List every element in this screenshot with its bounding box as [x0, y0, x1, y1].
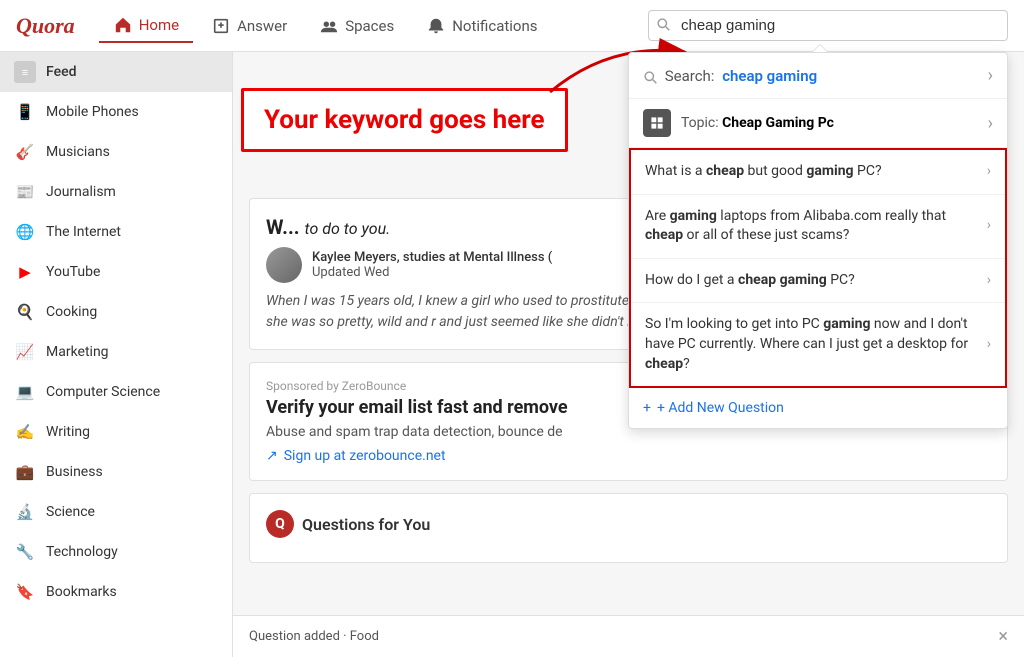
sidebar-item-marketing[interactable]: 📈 Marketing [0, 332, 232, 372]
result-3-chevron-icon: › [987, 271, 991, 291]
bookmarks-icon: 🔖 [14, 581, 36, 603]
sidebar-item-bookmarks[interactable]: 🔖 Bookmarks [0, 572, 232, 612]
result-text-2: Are gaming laptops from Alibaba.com real… [645, 207, 987, 246]
internet-icon: 🌐 [14, 221, 36, 243]
mobile-phones-icon: 📱 [14, 101, 36, 123]
sidebar-item-feed[interactable]: ≡ Feed [0, 52, 232, 92]
search-container [648, 10, 1008, 41]
journalism-icon: 📰 [14, 181, 36, 203]
keyword-annotation-box: Your keyword goes here [241, 88, 568, 152]
external-link-icon: ↗ [266, 448, 278, 464]
questions-section-header: Q Questions for You [266, 510, 991, 538]
dropdown-results: What is a cheap but good gaming PC? › Ar… [629, 148, 1007, 388]
questions-icon: Q [266, 510, 294, 538]
search-input[interactable] [648, 10, 1008, 41]
result-4-chevron-icon: › [987, 335, 991, 355]
notifications-icon [426, 16, 446, 36]
result-text-1: What is a cheap but good gaming PC? [645, 162, 987, 182]
cooking-icon: 🍳 [14, 301, 36, 323]
science-icon: 🔬 [14, 501, 36, 523]
result-text-3: How do I get a cheap gaming PC? [645, 271, 987, 291]
dropdown-search-keyword: cheap gaming [722, 67, 817, 85]
questions-for-you-card: Q Questions for You [249, 493, 1008, 563]
dropdown-search-row[interactable]: Search: cheap gaming › [629, 53, 1007, 99]
topic-left: Topic: Cheap Gaming Pc [643, 109, 834, 137]
result-2-chevron-icon: › [987, 216, 991, 236]
marketing-icon: 📈 [14, 341, 36, 363]
musicians-icon: 🎸 [14, 141, 36, 163]
sidebar-item-journalism[interactable]: 📰 Journalism [0, 172, 232, 212]
sidebar-item-mobile-phones[interactable]: 📱 Mobile Phones [0, 92, 232, 132]
topic-chevron-right-icon: › [988, 113, 993, 134]
nav-spaces[interactable]: Spaces [305, 10, 408, 42]
dropdown-result-3[interactable]: How do I get a cheap gaming PC? › [631, 259, 1005, 304]
result-1-chevron-icon: › [987, 162, 991, 182]
author-name: Kaylee Meyers, studies at Mental Illness… [312, 250, 552, 265]
notification-text: Question added · Food [249, 629, 379, 644]
sidebar-item-musicians[interactable]: 🎸 Musicians [0, 132, 232, 172]
close-notification-button[interactable]: × [998, 626, 1008, 647]
sidebar: ≡ Feed 📱 Mobile Phones 🎸 Musicians 📰 Jou… [0, 52, 233, 657]
feed-icon: ≡ [14, 61, 36, 83]
dropdown-result-1[interactable]: What is a cheap but good gaming PC? › [631, 150, 1005, 195]
result-text-4: So I'm looking to get into PC gaming now… [645, 315, 987, 374]
updated-label: Updated Wed [312, 265, 552, 280]
nav-notifications[interactable]: Notifications [412, 10, 551, 42]
topic-icon [643, 109, 671, 137]
add-new-question-row[interactable]: + + Add New Question [629, 388, 1007, 428]
dropdown-triangle-inner [813, 45, 827, 52]
answer-icon [211, 16, 231, 36]
sidebar-item-youtube[interactable]: ▶ YouTube [0, 252, 232, 292]
dropdown-search-label: Search: [643, 67, 718, 85]
writing-icon: ✍ [14, 421, 36, 443]
search-dropdown: Search: cheap gaming › Topic: Cheap Gami… [628, 52, 1008, 429]
sidebar-item-writing[interactable]: ✍ Writing [0, 412, 232, 452]
sidebar-item-computer-science[interactable]: 💻 Computer Science [0, 372, 232, 412]
quora-logo: Quora [16, 13, 75, 39]
sponsored-link[interactable]: ↗ Sign up at zerobounce.net [266, 448, 991, 464]
nav-home[interactable]: Home [99, 9, 193, 43]
sidebar-item-cooking[interactable]: 🍳 Cooking [0, 292, 232, 332]
bottom-notification-bar: Question added · Food × [233, 615, 1024, 657]
sidebar-item-business[interactable]: 💼 Business [0, 452, 232, 492]
dropdown-search-left: Search: cheap gaming [643, 67, 817, 85]
home-icon [113, 15, 133, 35]
youtube-icon: ▶ [14, 261, 36, 283]
search-icon [656, 17, 670, 35]
dropdown-result-4[interactable]: So I'm looking to get into PC gaming now… [631, 303, 1005, 386]
topic-label: Topic: Cheap Gaming Pc [681, 115, 834, 131]
sidebar-item-technology[interactable]: 🔧 Technology [0, 532, 232, 572]
topic-name: Cheap Gaming Pc [722, 115, 834, 131]
business-icon: 💼 [14, 461, 36, 483]
keyword-annotation-text: Your keyword goes here [264, 105, 545, 135]
author-info: Kaylee Meyers, studies at Mental Illness… [312, 250, 552, 280]
nav-bar: Home Answer Spaces Notifications [99, 9, 648, 43]
sidebar-item-science[interactable]: 🔬 Science [0, 492, 232, 532]
nav-answer[interactable]: Answer [197, 10, 301, 42]
search-chevron-right-icon: › [988, 65, 993, 86]
dropdown-result-2[interactable]: Are gaming laptops from Alibaba.com real… [631, 195, 1005, 259]
header: Quora Home Answer Spaces Notifications [0, 0, 1024, 52]
add-question-icon: + [643, 400, 651, 416]
dropdown-topic-row[interactable]: Topic: Cheap Gaming Pc › [629, 99, 1007, 148]
technology-icon: 🔧 [14, 541, 36, 563]
sidebar-item-the-internet[interactable]: 🌐 The Internet [0, 212, 232, 252]
computer-science-icon: 💻 [14, 381, 36, 403]
avatar [266, 247, 302, 283]
spaces-icon [319, 16, 339, 36]
